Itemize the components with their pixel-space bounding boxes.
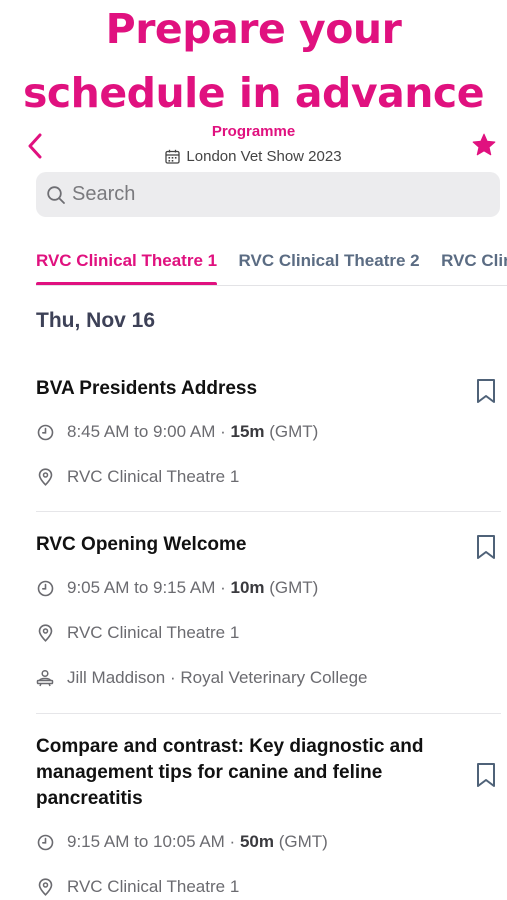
session-title: RVC Opening Welcome xyxy=(36,534,247,555)
clock-icon xyxy=(36,579,54,597)
bookmark-icon[interactable] xyxy=(475,378,497,404)
session-timezone: (GMT) xyxy=(269,422,319,441)
session-time-row: 8:45 AM to 9:00 AM · 15m (GMT) xyxy=(36,422,318,442)
event-name: London Vet Show 2023 xyxy=(186,148,342,165)
clock-icon xyxy=(36,833,54,851)
session-duration: 10m xyxy=(230,578,265,597)
tab-rvc-clinical-theatre-1[interactable]: RVC Clinical Theatre 1 xyxy=(36,240,218,285)
page-title: Programme xyxy=(211,123,296,140)
tab-rvc-clinical-theatre-3[interactable]: RVC Clinical Theatre 3 xyxy=(441,240,507,285)
promo-line-2: schedule in advance xyxy=(22,69,485,117)
session-location-row: RVC Clinical Theatre 1 xyxy=(36,623,239,643)
session-title: BVA Presidents Address xyxy=(36,378,258,399)
bookmark-icon[interactable] xyxy=(475,762,497,788)
session-location: RVC Clinical Theatre 1 xyxy=(67,877,240,896)
tab-rvc-clinical-theatre-2[interactable]: RVC Clinical Theatre 2 xyxy=(239,240,420,285)
session-speaker-row: Jill Maddison · Royal Veterinary College xyxy=(36,668,367,688)
location-pin-icon xyxy=(36,878,54,896)
event-subtitle: London Vet Show 2023 xyxy=(0,148,507,165)
session-duration: 50m xyxy=(239,832,274,851)
star-icon xyxy=(472,133,496,156)
session-title: Compare and contrast: Key diagnostic and… xyxy=(36,736,424,809)
favourite-button[interactable] xyxy=(469,130,499,160)
search-bar[interactable] xyxy=(36,172,500,217)
session-location: RVC Clinical Theatre 1 xyxy=(67,467,240,486)
session-card[interactable]: Compare and contrast: Key diagnostic and… xyxy=(36,734,501,900)
session-card[interactable]: BVA Presidents Address 8:45 AM to 9:00 A… xyxy=(36,376,501,496)
session-duration: 15m xyxy=(230,422,265,441)
session-card[interactable]: RVC Opening Welcome 9:05 AM to 9:15 AM ·… xyxy=(36,532,501,702)
session-timezone: (GMT) xyxy=(269,578,319,597)
divider xyxy=(36,713,501,714)
session-time-row: 9:05 AM to 9:15 AM · 10m (GMT) xyxy=(36,578,318,598)
divider xyxy=(36,511,501,512)
session-location: RVC Clinical Theatre 1 xyxy=(67,623,240,642)
search-input[interactable] xyxy=(72,183,472,206)
bookmark-icon[interactable] xyxy=(475,534,497,560)
programme-header: Programme London Vet Show 2023 xyxy=(0,118,507,173)
date-heading: Thu, Nov 16 xyxy=(36,309,156,332)
calendar-icon xyxy=(165,149,181,164)
speaker-icon xyxy=(36,669,54,687)
theatre-tabs: RVC Clinical Theatre 1 RVC Clinical Thea… xyxy=(36,240,507,286)
location-pin-icon xyxy=(36,468,54,486)
clock-icon xyxy=(36,423,54,441)
location-pin-icon xyxy=(36,624,54,642)
session-time: 8:45 AM to 9:00 AM xyxy=(67,422,216,441)
session-time-row: 9:15 AM to 10:05 AM · 50m (GMT) xyxy=(36,832,328,852)
search-icon xyxy=(47,185,65,204)
session-location-row: RVC Clinical Theatre 1 xyxy=(36,467,239,487)
promo-line-1: Prepare your xyxy=(105,5,402,53)
session-location-row: RVC Clinical Theatre 1 xyxy=(36,877,239,897)
session-speaker: Jill Maddison · Royal Veterinary College xyxy=(67,668,368,687)
session-time: 9:15 AM to 10:05 AM xyxy=(67,832,225,851)
session-time: 9:05 AM to 9:15 AM xyxy=(67,578,216,597)
session-timezone: (GMT) xyxy=(278,832,328,851)
